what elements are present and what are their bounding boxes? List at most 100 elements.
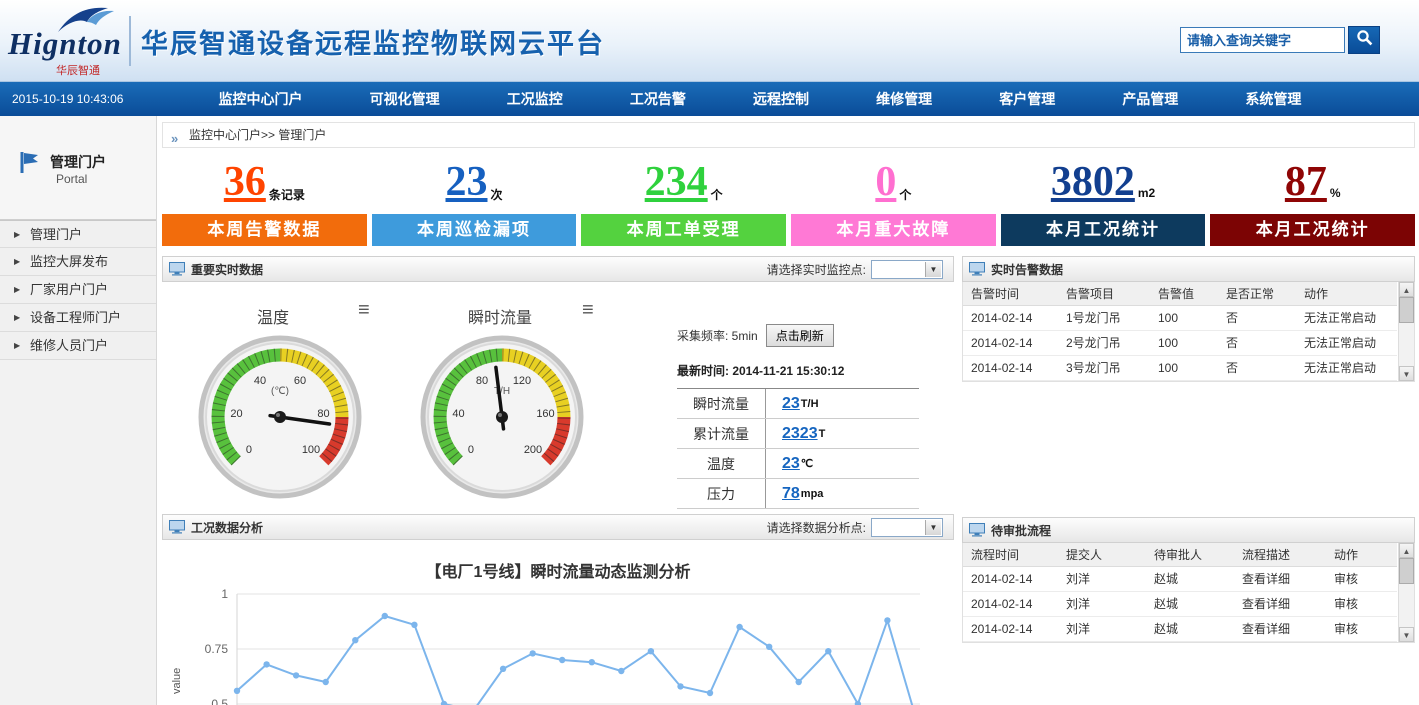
- svg-text:200: 200: [524, 444, 542, 456]
- sidebar-item-label: 维修人员门户: [30, 338, 108, 353]
- svg-text:40: 40: [452, 408, 464, 420]
- analysis-point-dropdown[interactable]: ▼: [871, 518, 943, 537]
- sidebar-item-engineer-portal[interactable]: ▶ 设备工程师门户: [0, 304, 156, 332]
- metric-label: 压力: [677, 479, 765, 508]
- temperature-gauge: 0 20 40 60 80 100 (℃): [195, 332, 365, 507]
- nav-item-visualization[interactable]: 可视化管理: [360, 82, 450, 116]
- chart-menu-icon[interactable]: ≡: [582, 300, 594, 320]
- alarm-table-scrollbar[interactable]: ▲ ▼: [1398, 282, 1414, 381]
- metric-row: 瞬时流量 23T/H: [677, 389, 919, 419]
- stat-card-weekly-inspection[interactable]: 23次 本周巡检漏项: [372, 156, 577, 246]
- alarm-action: 无法正常启动: [1296, 356, 1397, 380]
- col-header: 告警值: [1150, 282, 1218, 305]
- alarm-normal: 否: [1218, 356, 1296, 380]
- svg-text:40: 40: [254, 375, 266, 387]
- metric-unit: T/H: [801, 398, 819, 410]
- alarm-panel-header: 实时告警数据: [962, 256, 1415, 282]
- sidebar-item-maintainer-portal[interactable]: ▶ 维修人员门户: [0, 332, 156, 360]
- nav-item-product[interactable]: 产品管理: [1112, 82, 1188, 116]
- approver: 赵城: [1146, 592, 1234, 616]
- svg-text:(℃): (℃): [271, 386, 289, 397]
- nav-item-monitor-center[interactable]: 监控中心门户: [209, 82, 313, 116]
- audit-link[interactable]: 审核: [1326, 567, 1397, 591]
- approval-table-scrollbar[interactable]: ▲ ▼: [1398, 543, 1414, 642]
- page-title: 华辰智通设备远程监控物联网云平台: [141, 22, 605, 61]
- stat-value: 23: [446, 160, 488, 204]
- sidebar-item-admin-portal[interactable]: ▶ 管理门户: [0, 220, 156, 248]
- metric-value: 2323: [782, 425, 818, 443]
- svg-text:1: 1: [221, 587, 228, 601]
- sidebar-item-screen-publish[interactable]: ▶ 监控大屏发布: [0, 248, 156, 276]
- gauge-flow-title: 瞬时流量: [468, 304, 532, 328]
- alarm-time: 2014-02-14: [963, 331, 1058, 355]
- scrollbar-thumb[interactable]: [1399, 297, 1414, 323]
- refresh-button[interactable]: 点击刷新: [766, 324, 834, 347]
- metric-value: 78: [782, 485, 800, 503]
- sidebar-item-factory-portal[interactable]: ▶ 厂家用户门户: [0, 276, 156, 304]
- analysis-panel-title: 工况数据分析: [191, 519, 263, 536]
- stat-card-monthly-condition-pct[interactable]: 87% 本月工况统计: [1210, 156, 1415, 246]
- svg-text:0: 0: [246, 444, 252, 456]
- approval-table-row: 2014-02-14 刘洋 赵城 查看详细 审核: [963, 592, 1397, 617]
- chevron-down-icon[interactable]: ▼: [925, 520, 941, 535]
- svg-text:120: 120: [513, 375, 531, 387]
- scroll-down-icon[interactable]: ▼: [1399, 366, 1414, 381]
- svg-text:80: 80: [476, 375, 488, 387]
- audit-link[interactable]: 审核: [1326, 592, 1397, 616]
- stat-card-weekly-alarms[interactable]: 36条记录 本周告警数据: [162, 156, 367, 246]
- chevron-down-icon[interactable]: ▼: [925, 262, 941, 277]
- collect-frequency-label: 采集频率: 5min: [677, 327, 758, 344]
- alarm-item: 1号龙门吊: [1058, 306, 1150, 330]
- alarm-table-header: 告警时间 告警项目 告警值 是否正常 动作: [963, 282, 1397, 306]
- stat-unit: 个: [711, 186, 723, 203]
- metric-unit: mpa: [801, 488, 824, 500]
- metric-value: 23: [782, 395, 800, 413]
- metric-label: 温度: [677, 449, 765, 478]
- nav-item-customer[interactable]: 客户管理: [989, 82, 1065, 116]
- flow-line-chart: 【电厂1号线】瞬时流量动态监测分析 1 0.75 0.5 value: [162, 558, 954, 705]
- metric-value: 23: [782, 455, 800, 473]
- search-input[interactable]: [1180, 27, 1345, 53]
- nav-item-maintenance[interactable]: 维修管理: [866, 82, 942, 116]
- col-header: 流程时间: [963, 543, 1058, 566]
- scroll-up-icon[interactable]: ▲: [1399, 543, 1414, 558]
- search-button[interactable]: [1348, 26, 1380, 54]
- col-header: 告警项目: [1058, 282, 1150, 305]
- scroll-down-icon[interactable]: ▼: [1399, 627, 1414, 642]
- sidebar-item-label: 设备工程师门户: [30, 310, 121, 325]
- metric-row: 累计流量 2323T: [677, 419, 919, 449]
- sidebar-item-label: 监控大屏发布: [30, 254, 108, 269]
- nav-menu: 监控中心门户 可视化管理 工况监控 工况告警 远程控制 维修管理 客户管理 产品…: [185, 82, 1335, 116]
- stat-card-monthly-faults[interactable]: 0个 本月重大故障: [791, 156, 996, 246]
- monitor-point-select-label: 请选择实时监控点:: [767, 261, 866, 278]
- sidebar-item-label: 管理门户: [30, 227, 82, 242]
- flow-time: 2014-02-14: [963, 567, 1058, 591]
- chart-menu-icon[interactable]: ≡: [358, 300, 370, 320]
- svg-text:60: 60: [294, 375, 306, 387]
- view-detail-link[interactable]: 查看详细: [1234, 567, 1326, 591]
- nav-item-condition-monitor[interactable]: 工况监控: [497, 82, 573, 116]
- monitor-point-dropdown[interactable]: ▼: [871, 260, 943, 279]
- flow-time: 2014-02-14: [963, 592, 1058, 616]
- gauge-temperature-title: 温度: [257, 304, 289, 328]
- scrollbar-thumb[interactable]: [1399, 558, 1414, 584]
- stat-card-monthly-condition-area[interactable]: 3802m2 本月工况统计: [1001, 156, 1206, 246]
- main-navbar: 2015-10-19 10:43:06 监控中心门户 可视化管理 工况监控 工况…: [0, 82, 1419, 116]
- nav-item-system[interactable]: 系统管理: [1235, 82, 1311, 116]
- view-detail-link[interactable]: 查看详细: [1234, 617, 1326, 641]
- submitter: 刘洋: [1058, 567, 1146, 591]
- stat-card-weekly-orders[interactable]: 234个 本周工单受理: [581, 156, 786, 246]
- audit-link[interactable]: 审核: [1326, 617, 1397, 641]
- metric-label: 瞬时流量: [677, 389, 765, 418]
- view-detail-link[interactable]: 查看详细: [1234, 592, 1326, 616]
- arrow-right-icon: ▶: [14, 304, 20, 332]
- nav-item-condition-alarm[interactable]: 工况告警: [620, 82, 696, 116]
- main-content: » 监控中心门户>> 管理门户 36条记录 本周告警数据 23次 本周巡检漏项 …: [158, 116, 1419, 705]
- col-header: 提交人: [1058, 543, 1146, 566]
- breadcrumb: » 监控中心门户>> 管理门户: [162, 122, 1415, 148]
- nav-item-remote-control[interactable]: 远程控制: [743, 82, 819, 116]
- alarm-action: 无法正常启动: [1296, 331, 1397, 355]
- page-header: Hignton 华辰智通 华辰智通设备远程监控物联网云平台: [0, 0, 1419, 82]
- scroll-up-icon[interactable]: ▲: [1399, 282, 1414, 297]
- arrow-right-icon: ▶: [14, 248, 20, 276]
